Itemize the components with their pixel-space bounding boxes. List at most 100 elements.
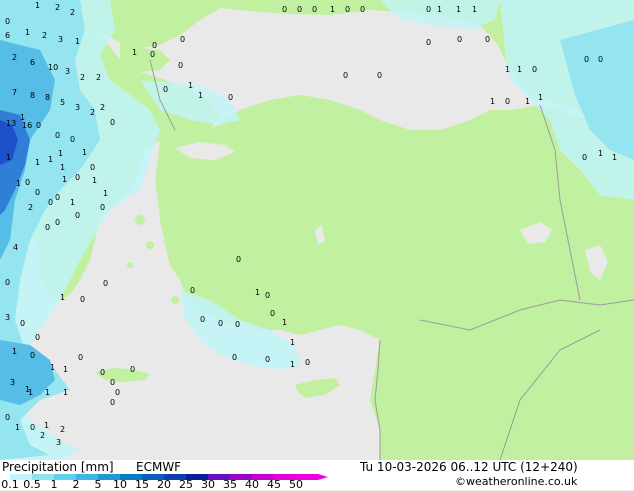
- map-canvas: 01 226 1 2 3 12610 32 27 8 85320 0 0 1 0 0 0 1 1 100 0010 11…: [0, 0, 634, 461]
- precip-value-label: 1: [290, 338, 295, 347]
- precip-value-label: 0: [5, 17, 10, 26]
- precip-value-label: 1: [48, 155, 53, 164]
- precip-value-label: 1: [28, 388, 33, 397]
- precip-value-label: 10: [48, 63, 58, 72]
- precip-value-label: 0: [55, 193, 60, 202]
- precip-value-label: 0: [110, 378, 115, 387]
- precip-value-label: 0: [110, 118, 115, 127]
- precip-value-label: 0: [30, 423, 35, 432]
- precip-value-label: 0: [55, 131, 60, 140]
- precip-value-label: 2: [90, 108, 95, 117]
- precip-value-label: 1: [35, 158, 40, 167]
- precip-value-label: 1: [63, 365, 68, 374]
- precip-value-label: 0: [25, 178, 30, 187]
- land-island: [146, 241, 154, 249]
- precip-value-label: 0: [235, 320, 240, 329]
- precip-value-label: 3: [58, 35, 63, 44]
- precip-value-label: 6: [5, 31, 10, 40]
- precip-value-label: 1: [58, 149, 63, 158]
- precip-value-label: 0: [265, 291, 270, 300]
- precip-value-label: 1: [132, 48, 137, 57]
- precip-value-label: 0: [35, 188, 40, 197]
- land-island: [127, 262, 133, 268]
- precip-value-label: 0: [345, 5, 350, 14]
- colorbar-tick-label: 35: [223, 478, 237, 491]
- precip-value-label: 0: [426, 5, 431, 14]
- precip-value-label: 1: [82, 148, 87, 157]
- precip-value-label: 0: [297, 5, 302, 14]
- colorbar-tick-label: 25: [179, 478, 193, 491]
- precip-value-label: 0: [70, 135, 75, 144]
- land-island: [135, 215, 145, 225]
- precip-value-label: 4: [13, 243, 18, 252]
- precip-value-label: 0: [218, 319, 223, 328]
- precip-value-label: 5: [60, 98, 65, 107]
- colorbar-tick-label: 45: [267, 478, 281, 491]
- colorbar-tick-label: 0.1: [1, 478, 19, 491]
- precip-value-label: 0: [200, 315, 205, 324]
- colorbar-tick-label: 0.5: [23, 478, 41, 491]
- precip-value-label: 0: [5, 413, 10, 422]
- precip-value-label: 0: [377, 71, 382, 80]
- precip-value-label: 1: [12, 347, 17, 356]
- precip-value-label: 0: [312, 5, 317, 14]
- precip-value-label: 2: [96, 73, 101, 82]
- valid-datetime: Tu 10-03-2026 06..12 UTC (12+240): [360, 460, 578, 474]
- land-island: [171, 296, 179, 304]
- precip-value-label: 0: [343, 71, 348, 80]
- precip-value-label: 0: [163, 85, 168, 94]
- precip-value-label: 0: [110, 398, 115, 407]
- precip-value-label: 1: [25, 28, 30, 37]
- model-name: ECMWF: [136, 460, 182, 474]
- precip-value-label: 1: [60, 163, 65, 172]
- precip-value-label: 2: [80, 73, 85, 82]
- precip-value-label: 3: [5, 313, 10, 322]
- precip-value-label: 1: [330, 5, 335, 14]
- legend-title: Precipitation [mm]: [2, 460, 114, 474]
- colorbar-tick-label: 50: [289, 478, 303, 491]
- precip-value-label: 0: [270, 309, 275, 318]
- precip-value-label: 1: [6, 153, 11, 162]
- precip-value-label: 0: [457, 35, 462, 44]
- precip-value-label: 1: [612, 153, 617, 162]
- precip-value-label: 0: [190, 286, 195, 295]
- precip-value-label: 0: [228, 93, 233, 102]
- precip-value-label: 1: [198, 91, 203, 100]
- precip-value-label: 0: [505, 97, 510, 106]
- colorbar-tick-label: 2: [72, 478, 80, 491]
- precip-value-label: 0: [55, 218, 60, 227]
- colorbar-tick-label: 15: [135, 478, 149, 491]
- precip-value-label: 2: [55, 3, 60, 12]
- colorbar-tick-label: 40: [245, 478, 259, 491]
- precip-value-label: 0: [584, 55, 589, 64]
- precip-value-label: 0: [180, 35, 185, 44]
- colorbar-arrow: [318, 474, 328, 480]
- precip-value-label: 0: [5, 278, 10, 287]
- precip-value-label: 1: [44, 421, 49, 430]
- precip-value-label: 0: [75, 173, 80, 182]
- precip-value-label: 0: [90, 163, 95, 172]
- precip-value-label: 1: [70, 198, 75, 207]
- precip-value-label: 0: [150, 50, 155, 59]
- precip-value-label: 0: [78, 353, 83, 362]
- precip-value-label: 0: [305, 358, 310, 367]
- precip-value-label: 0: [152, 41, 157, 50]
- precip-value-label: 1: [16, 179, 21, 188]
- precip-value-label: 0: [282, 5, 287, 14]
- precip-value-label: 1: [505, 65, 510, 74]
- precip-value-label: 1: [598, 149, 603, 158]
- precip-value-label: 1: [50, 363, 55, 372]
- map-footer: Precipitation [mm] ECMWF Tu 10-03-2026 0…: [0, 460, 634, 490]
- colorbar-tick-label: 5: [94, 478, 102, 491]
- precip-value-label: 0: [232, 353, 237, 362]
- precip-value-label: 2: [60, 425, 65, 434]
- precip-value-label: 2: [40, 431, 45, 440]
- precip-value-label: 1: [472, 5, 477, 14]
- colorbar-tick-label: 30: [201, 478, 215, 491]
- precip-value-label: 0: [426, 38, 431, 47]
- precip-value-label: 0: [598, 55, 603, 64]
- precip-value-label: 2: [100, 103, 105, 112]
- precip-value-label: 2: [28, 203, 33, 212]
- precipitation-map: 0 1 2 2 6 1 2 3 1 2 6 10 3 2 2 7 8 8 5 3 2 0 0 0 1 0 0 0 1 1 1 0 0 0 0 1 0 1 1…: [0, 0, 634, 461]
- precip-value-label: 1: [255, 288, 260, 297]
